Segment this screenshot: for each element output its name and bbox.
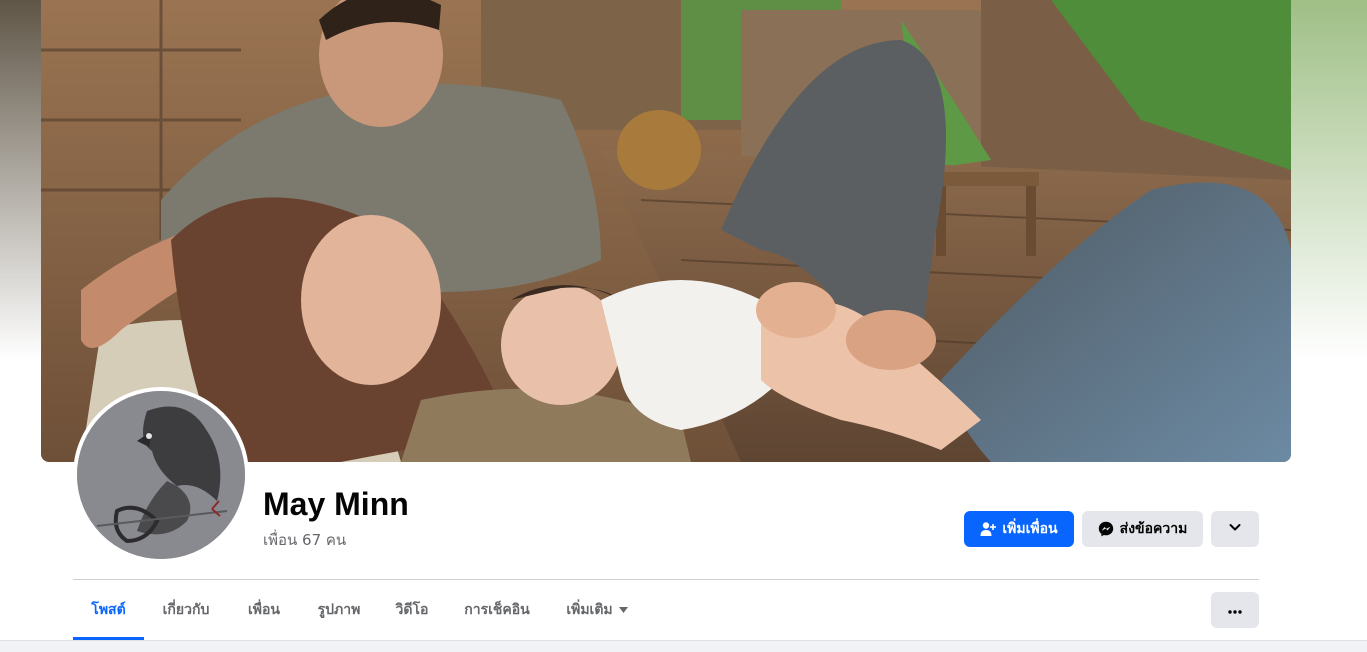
chevron-down-icon [1228, 520, 1242, 538]
tab-videos[interactable]: วิดีโอ [384, 580, 440, 640]
tab-more-label: เพิ่มเติม [566, 602, 613, 618]
tab-posts[interactable]: โพสต์ [73, 580, 144, 640]
tab-checkins[interactable]: การเช็คอิน [450, 580, 544, 640]
caret-down-icon [618, 605, 628, 616]
profile-picture[interactable] [73, 387, 249, 563]
message-button[interactable]: ส่งข้อความ [1082, 511, 1203, 547]
more-dots-icon [1228, 601, 1242, 619]
add-friend-label: เพิ่มเพื่อน [1002, 521, 1058, 537]
tab-photos-label: รูปภาพ [317, 602, 361, 618]
tab-videos-label: วิดีโอ [395, 602, 429, 618]
avatar [77, 391, 245, 559]
cover-photo[interactable] [41, 0, 1291, 462]
tab-more[interactable]: เพิ่มเติม [554, 580, 640, 640]
tab-photos[interactable]: รูปภาพ [304, 580, 374, 640]
add-friend-icon [980, 521, 997, 537]
content-area-edge [0, 640, 1367, 652]
messenger-icon [1098, 521, 1114, 537]
profile-name: May Minn [263, 486, 409, 522]
more-dots-button[interactable] [1211, 592, 1259, 628]
add-friend-button[interactable]: เพิ่มเพื่อน [964, 511, 1074, 547]
tab-about-label: เกี่ยวกับ [162, 602, 210, 618]
tab-friends-label: เพื่อน [248, 602, 280, 618]
tab-about[interactable]: เกี่ยวกับ [148, 580, 224, 640]
friends-count[interactable]: เพื่อน 67 คน [263, 528, 346, 552]
more-options-button[interactable] [1211, 511, 1259, 547]
tab-posts-label: โพสต์ [91, 602, 126, 618]
tab-friends[interactable]: เพื่อน [234, 580, 294, 640]
tab-checkins-label: การเช็คอิน [464, 602, 530, 618]
message-label: ส่งข้อความ [1119, 521, 1188, 537]
